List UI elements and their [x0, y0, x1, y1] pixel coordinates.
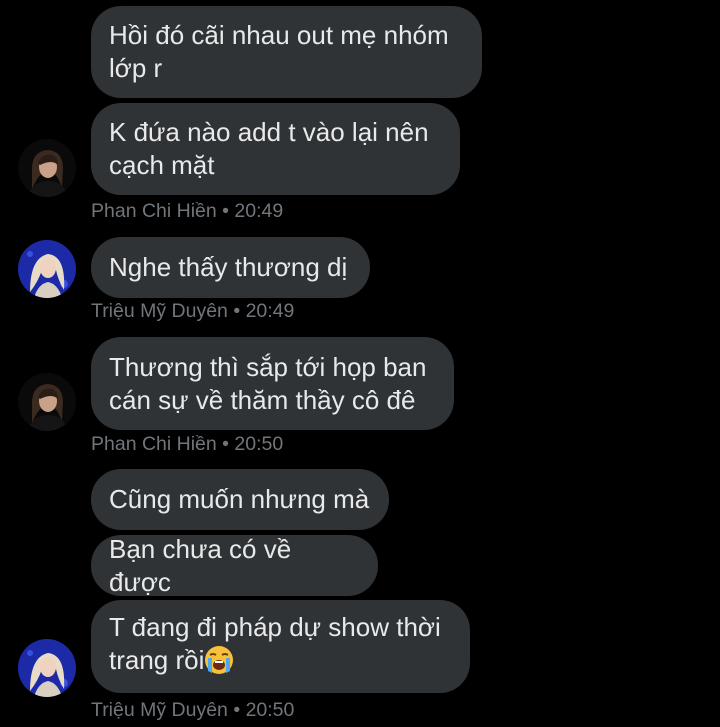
- message-bubble[interactable]: Nghe thấy thương dị: [91, 237, 370, 298]
- message-text: T đang đi pháp dự show thời trang rồi: [109, 611, 452, 683]
- separator-dot: •: [222, 433, 229, 455]
- message-text: Nghe thấy thương dị: [109, 252, 348, 282]
- separator-dot: •: [233, 699, 241, 721]
- message-bubble[interactable]: K đứa nào add t vào lại nên cạch mặt: [91, 103, 460, 195]
- message-bubble[interactable]: T đang đi pháp dự show thời trang rồi: [91, 600, 470, 693]
- avatar-phan-chi-hien[interactable]: [18, 139, 76, 197]
- loudly-crying-face-emoji: [204, 645, 234, 683]
- message-text: Bạn chưa có về được: [109, 533, 292, 597]
- message-bubble[interactable]: Hồi đó cãi nhau out mẹ nhóm lớp r: [91, 6, 482, 98]
- timestamp: 20:49: [234, 200, 284, 222]
- timestamp: 20:50: [245, 699, 295, 721]
- message-bubble[interactable]: Cũng muốn nhưng mà: [91, 469, 389, 530]
- avatar-trieu-my-duyen[interactable]: [18, 639, 76, 697]
- sender-name: Triệu Mỹ Duyên: [91, 300, 228, 322]
- separator-dot: •: [222, 200, 229, 222]
- avatar-trieu-my-duyen[interactable]: [18, 240, 76, 298]
- timestamp: 20:49: [245, 300, 295, 322]
- separator-dot: •: [233, 300, 241, 322]
- message-text: K đứa nào add t vào lại nên cạch mặt: [109, 117, 429, 180]
- message-meta: Triệu Mỹ Duyên • 20:50: [91, 698, 294, 722]
- sender-name: Phan Chi Hiền: [91, 433, 217, 455]
- message-meta: Triệu Mỹ Duyên • 20:49: [91, 299, 294, 323]
- message-bubble[interactable]: Bạn chưa có về được: [91, 533, 378, 597]
- sender-name: Phan Chi Hiền: [91, 200, 217, 222]
- message-text: Cũng muốn nhưng mà: [109, 484, 370, 514]
- message-meta: Phan Chi Hiền • 20:49: [91, 199, 283, 223]
- sender-name: Triệu Mỹ Duyên: [91, 699, 228, 721]
- message-meta: Phan Chi Hiền • 20:50: [91, 432, 283, 456]
- message-text: Thương thì sắp tới họp ban cán sự về thă…: [109, 351, 427, 415]
- message-bubble[interactable]: Thương thì sắp tới họp ban cán sự về thă…: [91, 337, 454, 430]
- avatar-phan-chi-hien[interactable]: [18, 373, 76, 431]
- message-text: Hồi đó cãi nhau out mẹ nhóm lớp r: [109, 20, 449, 83]
- timestamp: 20:50: [234, 433, 284, 455]
